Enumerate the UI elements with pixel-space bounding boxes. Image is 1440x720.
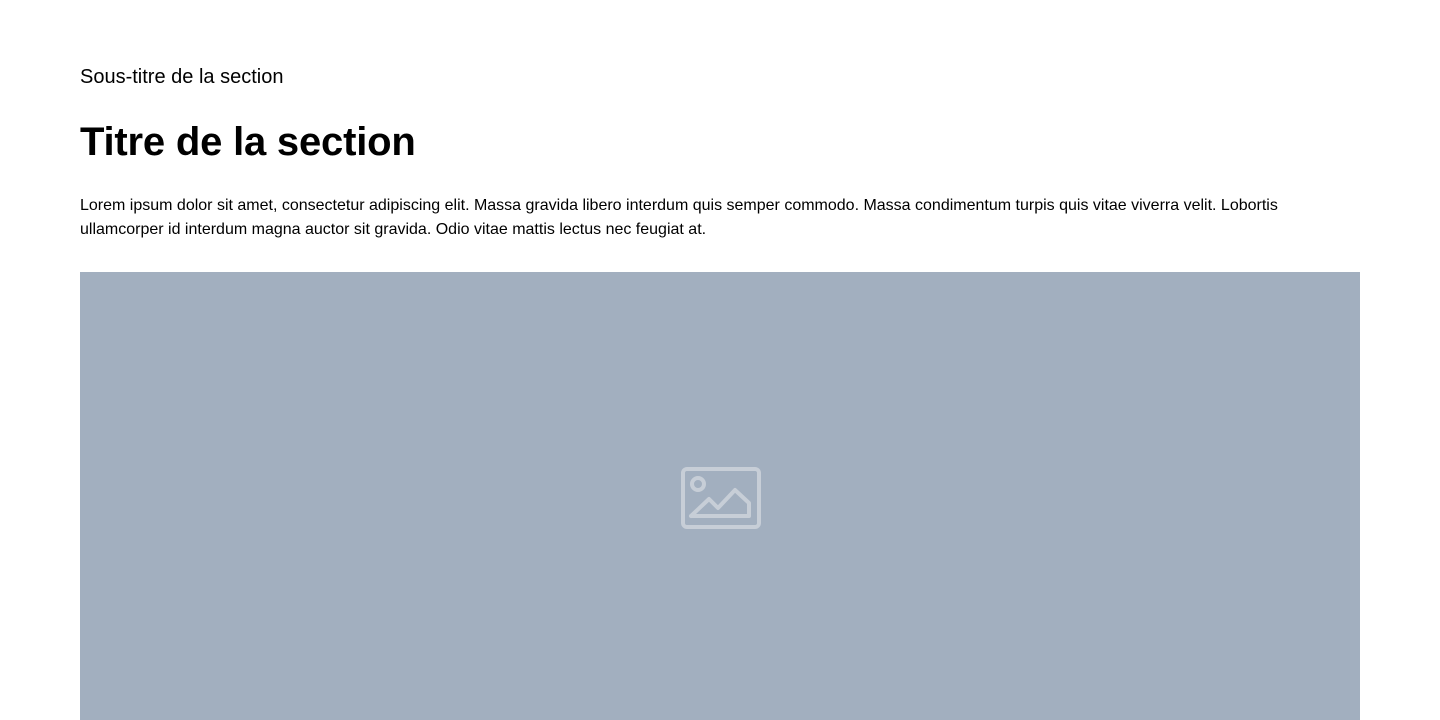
content-section: Sous-titre de la section Titre de la sec… xyxy=(0,0,1440,720)
section-title: Titre de la section xyxy=(80,120,416,164)
section-subtitle: Sous-titre de la section xyxy=(80,66,284,88)
image-placeholder xyxy=(80,272,1360,720)
section-body-text: Lorem ipsum dolor sit amet, consectetur … xyxy=(80,197,1278,238)
image-icon xyxy=(681,467,761,529)
